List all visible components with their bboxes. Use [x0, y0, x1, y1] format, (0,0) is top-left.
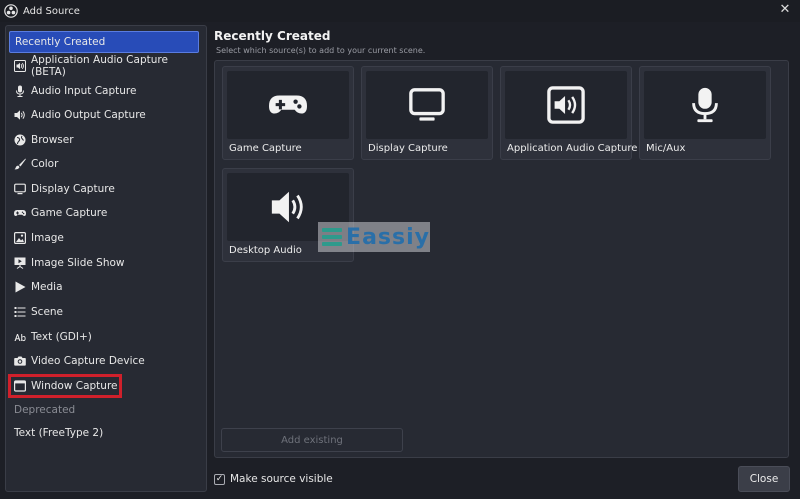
sidebar-item-color[interactable]: Color: [9, 153, 199, 175]
checkmark-icon[interactable]: ✓: [214, 473, 225, 485]
sidebar-item-label: Text (FreeType 2): [14, 427, 104, 439]
window-icon: [14, 380, 26, 392]
deprecated-label: Deprecated: [14, 404, 76, 416]
globe-icon: [14, 134, 26, 146]
sidebar-item-label: Image Slide Show: [31, 257, 125, 269]
tile-preview: [366, 71, 488, 139]
app-audio-icon: [547, 86, 585, 124]
tile-label: Application Audio Capture: [507, 143, 638, 154]
watermark: Eassiy: [318, 222, 430, 252]
speaker-icon: [271, 191, 303, 223]
play-icon: [14, 281, 26, 293]
gamepad-icon: [14, 207, 26, 219]
tile-preview: [227, 71, 349, 139]
sidebar-item-label: Scene: [31, 306, 64, 318]
gamepad-icon: [269, 95, 307, 114]
obs-logo-icon: [4, 4, 18, 18]
monitor-icon: [409, 88, 445, 121]
list-icon: [14, 306, 26, 318]
sidebar-item-label: Browser: [31, 134, 74, 146]
sidebar-item-scene[interactable]: Scene: [9, 301, 199, 323]
sidebar-item-label: Audio Input Capture: [31, 85, 137, 97]
sidebar-item-label: Recently Created: [15, 36, 106, 48]
tile-label: Game Capture: [229, 143, 302, 154]
microphone-icon: [14, 85, 26, 97]
sidebar-item-label: Window Capture: [31, 380, 118, 392]
window-title: Add Source: [23, 5, 80, 17]
monitor-icon: [14, 183, 26, 195]
sidebar-item-display-capture[interactable]: Display Capture: [9, 178, 199, 200]
sidebar-item-label: Audio Output Capture: [31, 109, 146, 121]
sidebar-item-label: Game Capture: [31, 207, 108, 219]
tile-label: Mic/Aux: [646, 143, 686, 154]
tile-application-audio-capture[interactable]: Application Audio Capture: [500, 66, 637, 160]
tile-label: Desktop Audio: [229, 245, 302, 256]
speaker-icon: [14, 109, 26, 121]
sidebar-item-image-slide-show[interactable]: Image Slide Show: [9, 252, 199, 274]
tile-mic-aux[interactable]: Mic/Aux: [639, 66, 771, 160]
sidebar-item-audio-input-capture[interactable]: Audio Input Capture: [9, 80, 199, 102]
deprecated-section-label: Deprecated: [9, 399, 199, 421]
microphone-icon: [692, 87, 718, 123]
sidebar-item-label: Media: [31, 281, 63, 293]
tile-display-capture[interactable]: Display Capture: [361, 66, 493, 160]
close-button[interactable]: Close: [738, 466, 790, 492]
sidebar-item-media[interactable]: Media: [9, 276, 199, 298]
sidebar-item-label: Display Capture: [31, 183, 115, 195]
make-source-visible-checkbox[interactable]: ✓ Make source visible: [214, 473, 333, 485]
page-title: Recently Created: [214, 29, 331, 43]
add-existing-button[interactable]: Add existing: [221, 428, 403, 452]
make-source-visible-label: Make source visible: [230, 473, 333, 485]
page-subtitle: Select which source(s) to add to your cu…: [216, 46, 426, 55]
image-icon: [14, 232, 26, 244]
watermark-logo-icon: [322, 226, 343, 248]
sidebar-item-recently-created[interactable]: Recently Created: [9, 31, 199, 53]
sidebar-item-text-gdi[interactable]: Text (GDI+): [9, 326, 199, 348]
tile-label: Display Capture: [368, 143, 448, 154]
camera-icon: [14, 355, 26, 367]
text-icon: [14, 331, 26, 343]
sidebar-item-window-capture[interactable]: Window Capture: [8, 374, 122, 398]
brush-icon: [14, 158, 26, 170]
sidebar-item-game-capture[interactable]: Game Capture: [9, 202, 199, 224]
tile-game-capture[interactable]: Game Capture: [222, 66, 354, 160]
sidebar-item-image[interactable]: Image: [9, 227, 199, 249]
sidebar-item-label: Application Audio Capture (BETA): [31, 54, 168, 78]
sidebar-item-application-audio-capture[interactable]: Application Audio Capture (BETA): [9, 54, 199, 78]
sidebar-item-audio-output-capture[interactable]: Audio Output Capture: [9, 104, 199, 126]
close-icon[interactable]: ✕: [778, 3, 792, 17]
watermark-text: Eassiy: [346, 224, 430, 250]
tile-preview: [505, 71, 627, 139]
sidebar-item-text-freetype[interactable]: Text (FreeType 2): [9, 422, 199, 444]
source-type-list: Recently Created Application Audio Captu…: [5, 25, 207, 492]
sidebar-item-label: Image: [31, 232, 64, 244]
title-bar: Add Source ✕: [0, 0, 800, 22]
sidebar-item-label: Color: [31, 158, 59, 170]
sidebar-item-browser[interactable]: Browser: [9, 129, 199, 151]
slideshow-icon: [14, 257, 26, 269]
sidebar-item-label: Video Capture Device: [31, 355, 145, 367]
sidebar-item-video-capture-device[interactable]: Video Capture Device: [9, 350, 199, 372]
sidebar-item-label: Text (GDI+): [31, 331, 92, 343]
tile-preview: [644, 71, 766, 139]
app-audio-icon: [14, 60, 26, 72]
